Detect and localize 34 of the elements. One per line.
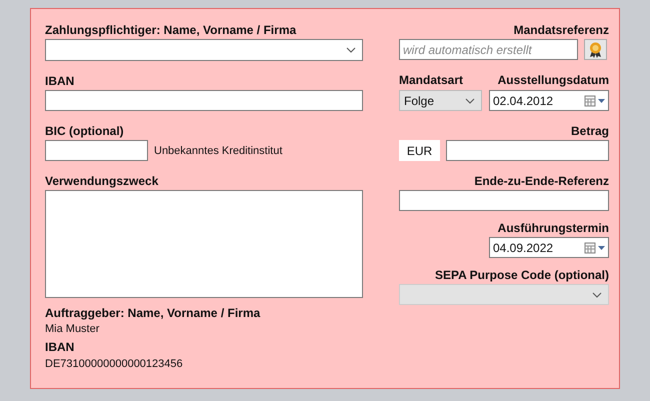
field-label: Mandatsreferenz [512,23,609,37]
bic-field[interactable] [45,140,148,161]
certificate-button[interactable] [584,39,607,60]
field-label: Ende-zu-Ende-Referenz [473,174,609,188]
execution-date-picker[interactable]: 04.09.2022 [489,237,609,258]
payer-combobox[interactable] [45,39,363,61]
field-label: BIC (optional) [45,124,125,138]
field-label: Mandatsart [399,73,464,87]
currency-label: EUR [399,140,440,161]
field-label: Zahlungspflichtiger: Name, Vorname / Firma [45,23,298,37]
field-label: Betrag [570,124,609,138]
originator-iban: DE73100000000000123456 [45,358,184,370]
originator-name: Mia Muster [45,323,100,335]
field-label: Ausstellungsdatum [498,73,609,87]
field-label: Auftraggeber: Name, Vorname / Firma [45,306,262,320]
field-label: IBAN [45,340,76,354]
mandate-reference-field[interactable]: wird automatisch erstellt [399,39,578,60]
end-to-end-field[interactable] [399,190,609,211]
calendar-dropdown-icon[interactable] [584,94,606,106]
purpose-textarea[interactable] [45,190,363,298]
field-label: Ausführungstermin [496,221,609,235]
bank-name: Unbekanntes Kreditinstitut [154,144,282,156]
chevron-down-icon [346,47,356,53]
amount-field[interactable] [446,140,609,161]
calendar-dropdown-icon[interactable] [584,242,606,254]
field-label: Verwendungszweck [45,174,160,188]
field-label: SEPA Purpose Code (optional) [434,268,609,282]
chevron-down-icon [592,292,602,298]
iban-field[interactable] [45,90,363,111]
field-label: IBAN [45,74,76,88]
mandate-type-select[interactable]: Folge [399,90,482,111]
issue-date-picker[interactable]: 02.04.2012 [489,90,609,111]
chevron-down-icon [465,98,475,104]
award-icon [589,42,602,58]
